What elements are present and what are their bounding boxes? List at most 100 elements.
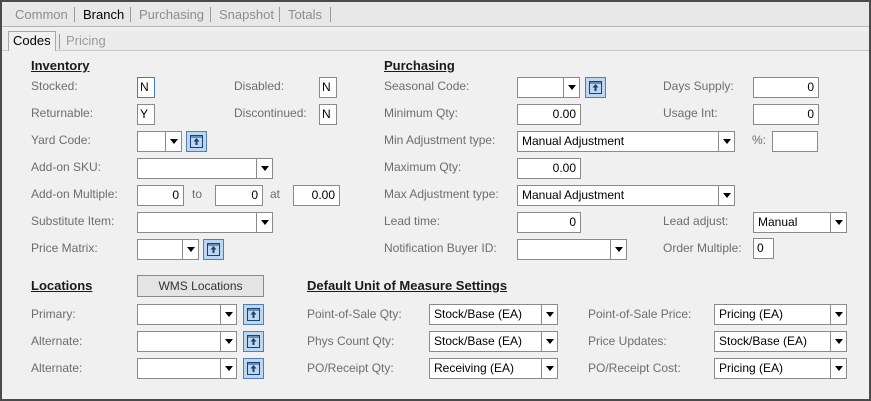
price-matrix-dropdown[interactable] — [137, 239, 199, 260]
po-receipt-qty-value: Receiving (EA) — [434, 361, 515, 375]
pos-qty-dropdown[interactable]: Stock/Base (EA) — [429, 304, 558, 325]
chevron-down-icon[interactable] — [256, 159, 272, 178]
chevron-down-icon[interactable] — [256, 213, 272, 232]
minimum-qty-field[interactable]: 0.00 — [517, 104, 581, 125]
disabled-field[interactable]: N — [319, 77, 337, 98]
chevron-down-icon[interactable] — [830, 332, 846, 351]
price-updates-label: Price Updates: — [588, 334, 667, 348]
chevron-down-icon[interactable] — [541, 332, 557, 351]
tab-separator — [74, 7, 75, 22]
lead-adjust-dropdown[interactable]: Manual — [753, 212, 847, 233]
tab-separator — [279, 7, 280, 22]
primary-location-label: Primary: — [31, 307, 76, 321]
max-adjustment-type-dropdown[interactable]: Manual Adjustment — [517, 185, 735, 206]
lead-time-label: Lead time: — [384, 214, 441, 228]
discontinued-field[interactable]: N — [319, 104, 337, 125]
substitute-item-dropdown[interactable] — [137, 212, 273, 233]
phys-count-qty-dropdown[interactable]: Stock/Base (EA) — [429, 331, 558, 352]
notification-buyer-dropdown[interactable] — [517, 239, 627, 260]
alternate-location-2-lookup-icon[interactable] — [243, 358, 264, 379]
price-updates-dropdown[interactable]: Stock/Base (EA) — [714, 331, 847, 352]
chevron-down-icon[interactable] — [165, 132, 181, 151]
tab-common[interactable]: Common — [15, 7, 68, 22]
chevron-down-icon[interactable] — [220, 332, 236, 351]
chevron-down-icon[interactable] — [830, 359, 846, 378]
lead-adjust-label: Lead adjust: — [663, 214, 729, 228]
pos-qty-label: Point-of-Sale Qty: — [307, 307, 402, 321]
returnable-label: Returnable: — [31, 106, 94, 120]
chevron-down-icon[interactable] — [830, 305, 846, 324]
percent-field[interactable] — [772, 131, 818, 152]
days-supply-field[interactable]: 0 — [753, 77, 819, 98]
discontinued-label: Discontinued: — [234, 106, 307, 120]
tab-codes[interactable]: Codes — [8, 31, 56, 51]
usage-int-field[interactable]: 0 — [753, 104, 819, 125]
alternate-location-2-dropdown[interactable] — [137, 358, 237, 379]
purchasing-header: Purchasing — [384, 58, 455, 73]
chevron-down-icon[interactable] — [563, 78, 579, 97]
chevron-down-icon[interactable] — [220, 359, 236, 378]
chevron-down-icon[interactable] — [830, 213, 846, 232]
seasonal-code-lookup-icon[interactable] — [585, 77, 606, 98]
max-adjustment-type-label: Max Adjustment type: — [384, 187, 499, 201]
min-adjustment-type-dropdown[interactable]: Manual Adjustment — [517, 131, 735, 152]
chevron-down-icon[interactable] — [220, 305, 236, 324]
chevron-down-icon[interactable] — [718, 132, 734, 151]
lead-time-field[interactable]: 0 — [517, 212, 581, 233]
main-tab-bar: Common Branch Purchasing Snapshot Totals — [2, 2, 869, 27]
tab-branch[interactable]: Branch — [83, 7, 124, 22]
pos-price-label: Point-of-Sale Price: — [588, 307, 692, 321]
alternate-location-lookup-icon[interactable] — [243, 331, 264, 352]
po-receipt-cost-value: Pricing (EA) — [719, 361, 784, 375]
yard-code-label: Yard Code: — [31, 133, 91, 147]
tab-separator — [130, 7, 131, 22]
addon-sku-dropdown[interactable] — [137, 158, 273, 179]
chevron-down-icon[interactable] — [718, 186, 734, 205]
chevron-down-icon[interactable] — [541, 359, 557, 378]
stocked-field[interactable]: N — [137, 77, 155, 98]
yard-code-dropdown[interactable] — [137, 131, 182, 152]
tab-pricing[interactable]: Pricing — [66, 33, 106, 48]
days-supply-label: Days Supply: — [663, 79, 734, 93]
usage-int-label: Usage Int: — [663, 106, 718, 120]
addon-multiple-to-field[interactable]: 0 — [215, 185, 263, 206]
at-label: at — [270, 187, 281, 201]
max-adjustment-type-value: Manual Adjustment — [522, 188, 625, 202]
wms-locations-button[interactable]: WMS Locations — [137, 275, 264, 297]
primary-location-dropdown[interactable] — [137, 304, 237, 325]
po-receipt-cost-dropdown[interactable]: Pricing (EA) — [714, 358, 847, 379]
tab-separator — [330, 7, 331, 22]
substitute-item-label: Substitute Item: — [31, 214, 115, 228]
lead-adjust-value: Manual — [758, 215, 798, 229]
stocked-label: Stocked: — [31, 79, 78, 93]
po-receipt-qty-label: PO/Receipt Qty: — [307, 361, 394, 375]
disabled-label: Disabled: — [234, 79, 285, 93]
min-adjustment-type-value: Manual Adjustment — [522, 134, 625, 148]
min-adjustment-type-label: Min Adjustment type: — [384, 133, 496, 147]
addon-multiple-at-field[interactable]: 0.00 — [293, 185, 340, 206]
tab-purchasing[interactable]: Purchasing — [139, 7, 204, 22]
po-receipt-qty-dropdown[interactable]: Receiving (EA) — [429, 358, 558, 379]
pos-price-dropdown[interactable]: Pricing (EA) — [714, 304, 847, 325]
maximum-qty-field[interactable]: 0.00 — [517, 158, 581, 179]
percent-label: %: — [752, 133, 767, 147]
primary-location-lookup-icon[interactable] — [243, 304, 264, 325]
price-matrix-lookup-icon[interactable] — [203, 239, 224, 260]
sub-tab-bar: Codes Pricing — [2, 31, 869, 51]
phys-count-qty-value: Stock/Base (EA) — [434, 334, 523, 348]
addon-multiple-label: Add-on Multiple: — [31, 187, 118, 201]
chevron-down-icon[interactable] — [610, 240, 626, 259]
returnable-field[interactable]: Y — [137, 104, 155, 125]
chevron-down-icon[interactable] — [182, 240, 198, 259]
tab-totals[interactable]: Totals — [288, 7, 322, 22]
chevron-down-icon[interactable] — [541, 305, 557, 324]
yard-code-lookup-icon[interactable] — [186, 131, 207, 152]
phys-count-qty-label: Phys Count Qty: — [307, 334, 395, 348]
seasonal-code-dropdown[interactable] — [517, 77, 580, 98]
addon-multiple-from-field[interactable]: 0 — [137, 185, 184, 206]
order-multiple-field[interactable]: 0 — [753, 238, 774, 259]
tab-snapshot[interactable]: Snapshot — [219, 7, 274, 22]
alternate-location-dropdown[interactable] — [137, 331, 237, 352]
alternate-location-label: Alternate: — [31, 334, 83, 348]
addon-sku-label: Add-on SKU: — [31, 160, 102, 174]
